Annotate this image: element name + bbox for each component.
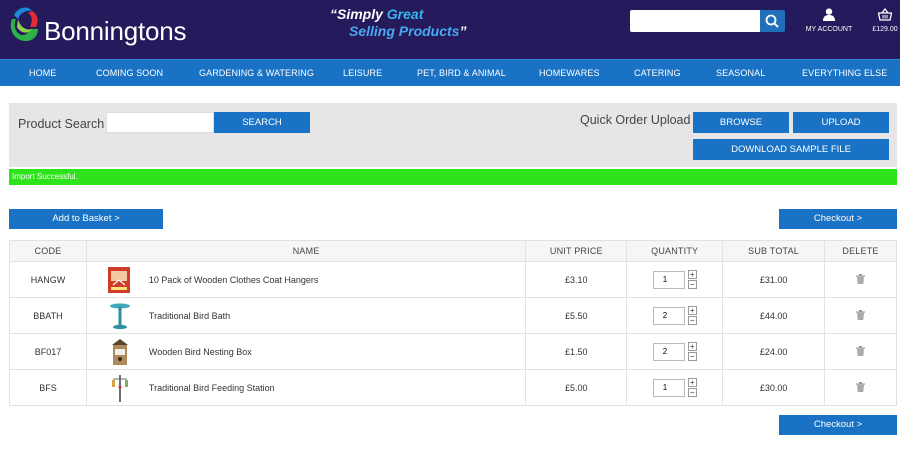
row-sub-total: £31.00 <box>722 261 826 298</box>
header-search-input[interactable] <box>630 10 760 32</box>
main-nav: HOME COMING SOON GARDENING & WATERING LE… <box>0 59 900 86</box>
quantity-input[interactable] <box>652 342 685 361</box>
feeding-station-thumbnail <box>111 374 128 402</box>
row-unit-price: £5.50 <box>525 297 628 334</box>
row-unit-price: £1.50 <box>525 333 628 370</box>
nav-item-catering[interactable]: CATERING <box>634 60 681 86</box>
quantity-input[interactable] <box>652 306 685 325</box>
quantity-decrease-button[interactable]: − <box>687 280 697 289</box>
trash-icon <box>856 309 865 320</box>
quantity-increase-button[interactable]: + <box>687 378 697 387</box>
row-code: BBATH <box>9 297 87 334</box>
bird-bath-thumbnail <box>109 303 130 329</box>
nav-item-coming-soon[interactable]: COMING SOON <box>96 60 163 86</box>
quantity-decrease-button[interactable]: − <box>687 352 697 361</box>
trash-icon <box>856 381 865 392</box>
quantity-decrease-button[interactable]: − <box>687 316 697 325</box>
tagline-simply: Simply <box>337 6 387 22</box>
site-header: Bonningtons “Simply Great Selling Produc… <box>0 0 900 59</box>
user-icon <box>823 8 835 21</box>
table-row: BFS Traditional Bird Feeding Station £5.… <box>9 369 897 406</box>
quantity-input[interactable] <box>652 270 685 289</box>
basket-icon <box>878 8 892 21</box>
quick-order-label: Quick Order Upload <box>580 113 691 127</box>
nav-item-seasonal[interactable]: SEASONAL <box>716 60 765 86</box>
quantity-input[interactable] <box>652 378 685 397</box>
nav-item-gardening-watering[interactable]: GARDENING & WATERING <box>199 60 314 86</box>
quantity-increase-button[interactable]: + <box>687 342 697 351</box>
product-name[interactable]: 10 Pack of Wooden Clothes Coat Hangers <box>149 275 318 285</box>
row-code: BF017 <box>9 333 87 370</box>
product-name[interactable]: Traditional Bird Bath <box>149 311 230 321</box>
nav-item-pet-bird-animal[interactable]: PET, BIRD & ANIMAL <box>417 60 506 86</box>
checkout-button-bottom[interactable]: Checkout > <box>779 415 897 435</box>
quantity-decrease-button[interactable]: − <box>687 388 697 397</box>
row-sub-total: £30.00 <box>722 369 826 406</box>
brand-logo[interactable]: Bonningtons <box>8 5 187 46</box>
table-row: HANGW 10 Pack of Wooden Clothes Coat Han… <box>9 261 897 298</box>
column-header-name: NAME <box>85 240 527 262</box>
brand-name: Bonningtons <box>44 16 187 46</box>
header-search-button[interactable] <box>760 10 785 32</box>
delete-button[interactable] <box>856 309 865 322</box>
column-header-sub-total: SUB TOTAL <box>722 240 826 262</box>
quantity-increase-button[interactable]: + <box>687 306 697 315</box>
trash-icon <box>856 345 865 356</box>
download-sample-file-button[interactable]: DOWNLOAD SAMPLE FILE <box>693 139 889 160</box>
row-unit-price: £3.10 <box>525 261 628 298</box>
add-to-basket-button[interactable]: Add to Basket > <box>9 209 163 229</box>
table-row: BF017 Wooden Bird Nesting Box £1.50 2 + … <box>9 333 897 370</box>
my-account-label: MY ACCOUNT <box>805 26 853 33</box>
row-unit-price: £5.00 <box>525 369 628 406</box>
basket-link[interactable]: £129.00 <box>870 8 900 38</box>
column-header-code: CODE <box>9 240 87 262</box>
nav-item-leisure[interactable]: LEISURE <box>343 60 382 86</box>
column-header-quantity: QUANTITY <box>626 240 724 262</box>
import-success-banner: Import Successful. <box>9 169 897 185</box>
nav-item-home[interactable]: HOME <box>29 60 56 86</box>
cart-table: CODE NAME UNIT PRICE QUANTITY SUB TOTAL … <box>9 240 897 406</box>
nav-item-everything-else[interactable]: EVERYTHING ELSE <box>802 60 887 86</box>
quantity-increase-button[interactable]: + <box>687 270 697 279</box>
coat-hangers-thumbnail <box>107 266 130 293</box>
trash-icon <box>856 273 865 284</box>
cart-header-row: CODE NAME UNIT PRICE QUANTITY SUB TOTAL … <box>9 240 897 262</box>
row-code: HANGW <box>9 261 87 298</box>
delete-button[interactable] <box>856 345 865 358</box>
tagline-great: Great <box>386 6 424 22</box>
product-name[interactable]: Wooden Bird Nesting Box <box>149 347 252 357</box>
tagline-quote-close: ” <box>459 23 467 39</box>
row-code: BFS <box>9 369 87 406</box>
product-search-button[interactable]: SEARCH <box>214 112 310 133</box>
nesting-box-thumbnail <box>111 338 128 365</box>
product-name[interactable]: Traditional Bird Feeding Station <box>149 383 275 393</box>
tagline: “Simply Great Selling Products” <box>330 6 470 42</box>
column-header-delete: DELETE <box>824 240 897 262</box>
nav-item-homewares[interactable]: HOMEWARES <box>539 60 600 86</box>
tagline-selling-products: Selling Products <box>349 23 460 39</box>
row-sub-total: £44.00 <box>722 297 826 334</box>
table-row: BBATH Traditional Bird Bath £5.50 + <box>9 297 897 334</box>
product-search-label: Product Search <box>18 117 105 131</box>
row-sub-total: £24.00 <box>722 333 826 370</box>
search-icon <box>765 14 779 28</box>
tagline-quote-open: “ <box>330 6 337 22</box>
product-search-input[interactable] <box>106 112 214 133</box>
browse-button[interactable]: BROWSE <box>693 112 789 133</box>
upload-button[interactable]: UPLOAD <box>793 112 889 133</box>
delete-button[interactable] <box>856 381 865 394</box>
column-header-unit-price: UNIT PRICE <box>525 240 628 262</box>
basket-total: £129.00 <box>872 26 898 33</box>
checkout-button-top[interactable]: Checkout > <box>779 209 897 229</box>
my-account-link[interactable]: MY ACCOUNT <box>803 8 855 38</box>
bird-logo-icon <box>10 7 38 41</box>
delete-button[interactable] <box>856 273 865 286</box>
